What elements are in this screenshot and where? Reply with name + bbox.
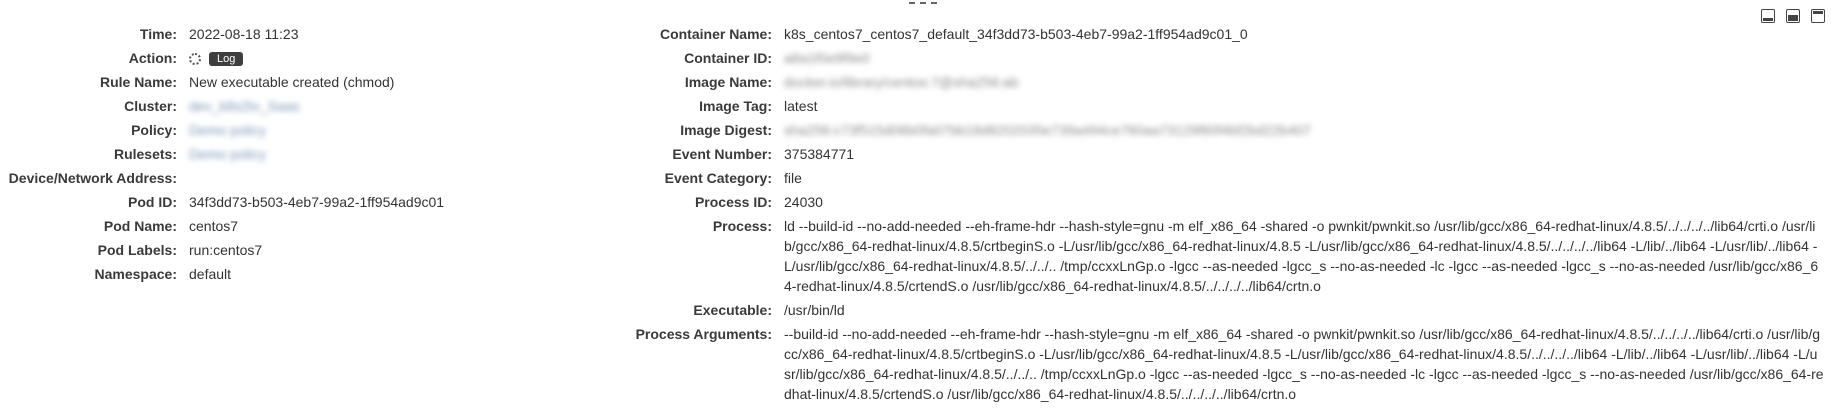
field-label: Executable:: [693, 302, 772, 318]
image-tag-value: latest: [784, 98, 818, 114]
field-event-number: Event Number: 375384771: [0, 144, 1837, 164]
process-value: ld --build-id --no-add-needed --eh-frame…: [784, 218, 1819, 294]
field-container-name: Container Name: k8s_centos7_centos7_defa…: [0, 24, 1837, 44]
field-label: Event Category:: [664, 170, 772, 186]
event-category-value: file: [784, 170, 802, 186]
maximize-panel-icon[interactable]: [1811, 9, 1825, 23]
field-process: Process: ld --build-id --no-add-needed -…: [0, 216, 1837, 296]
field-label: Process:: [712, 218, 772, 234]
field-event-category: Event Category: file: [0, 168, 1837, 188]
event-number-value: 375384771: [784, 146, 855, 162]
field-label: Process Arguments:: [635, 326, 772, 342]
container-id-value: a8a1f0e9f9e0: [784, 50, 870, 66]
field-label: Image Digest:: [680, 122, 772, 138]
field-container-id: Container ID: a8a1f0e9f9e0: [0, 48, 1837, 68]
image-name-value: docker.io/library/centos:7@sha256:ab: [784, 74, 1019, 90]
split-panel-icon[interactable]: [1786, 9, 1800, 23]
field-process-id: Process ID: 24030: [0, 192, 1837, 212]
drag-handle-icon[interactable]: [909, 0, 939, 6]
field-image-name: Image Name: docker.io/library/centos:7@s…: [0, 72, 1837, 92]
minimize-panel-icon[interactable]: [1761, 9, 1775, 23]
event-details-right: Container Name: k8s_centos7_centos7_defa…: [0, 24, 1837, 408]
field-process-arguments: Process Arguments: --build-id --no-add-n…: [0, 324, 1837, 404]
container-name-value: k8s_centos7_centos7_default_34f3dd73-b50…: [784, 26, 1248, 42]
process-arguments-value: --build-id --no-add-needed --eh-frame-hd…: [784, 326, 1824, 402]
field-label: Container ID:: [684, 50, 772, 66]
field-image-digest: Image Digest: sha256:c73f515d06b0fa07bb1…: [0, 120, 1837, 140]
field-label: Process ID:: [694, 194, 772, 210]
process-id-value: 24030: [784, 194, 823, 210]
image-digest-value: sha256:c73f515d06b0fa07bb18d8202035e739a…: [784, 122, 1312, 138]
field-label: Event Number:: [672, 146, 772, 162]
field-label: Image Name:: [684, 74, 772, 90]
executable-value: /usr/bin/ld: [784, 302, 845, 318]
field-image-tag: Image Tag: latest: [0, 96, 1837, 116]
window-controls: [1761, 9, 1825, 23]
field-label: Container Name:: [659, 26, 772, 42]
field-executable: Executable: /usr/bin/ld: [0, 300, 1837, 320]
field-label: Image Tag:: [699, 98, 772, 114]
